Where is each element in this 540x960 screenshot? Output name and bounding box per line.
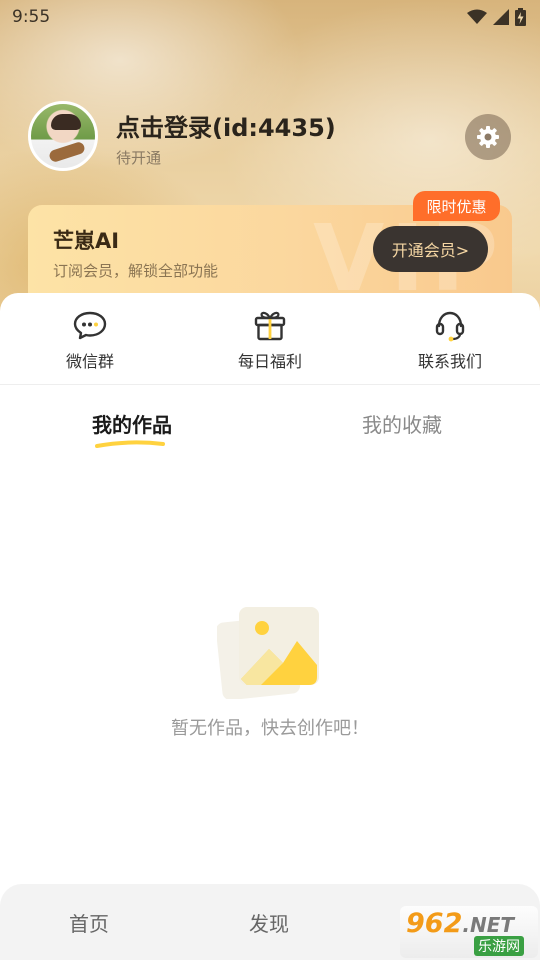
- watermark-logo: 962.NET: [406, 908, 514, 939]
- tab-active-indicator: [95, 440, 165, 448]
- avatar-hair: [51, 114, 81, 130]
- quick-actions: 微信群 每日福利 联系我们: [0, 293, 540, 385]
- quick-action-contact-us[interactable]: 联系我们: [360, 293, 540, 384]
- main-sheet: 微信群 每日福利 联系我们 我的作品 我的收藏 暂无作品，快去创作吧！: [0, 293, 540, 960]
- quick-action-label: 微信群: [65, 352, 114, 371]
- empty-state-text: 暂无作品，快去创作吧！: [171, 718, 369, 739]
- membership-status: 待开通: [116, 149, 162, 167]
- login-title[interactable]: 点击登录(id:4435): [116, 108, 336, 143]
- quick-action-label: 联系我们: [417, 352, 482, 371]
- settings-button[interactable]: [465, 114, 511, 160]
- vip-description: 订阅会员，解锁全部功能: [53, 262, 219, 280]
- watermark-logo-suffix: .NET: [462, 913, 515, 937]
- activate-membership-button[interactable]: 开通会员>: [373, 226, 488, 272]
- wifi-icon: [467, 9, 487, 24]
- gear-icon: [477, 126, 499, 148]
- nav-discover[interactable]: 发现: [249, 908, 289, 937]
- headset-icon: [435, 311, 465, 342]
- avatar[interactable]: [28, 101, 98, 171]
- tab-my-favorites[interactable]: 我的收藏: [362, 409, 442, 438]
- avatar-guitar: [48, 140, 86, 164]
- nav-home[interactable]: 首页: [69, 908, 109, 937]
- works-tabs: 我的作品 我的收藏: [0, 405, 540, 455]
- status-time: 9:55: [12, 7, 51, 27]
- status-bar: 9:55: [0, 0, 540, 34]
- quick-action-label: 每日福利: [237, 352, 302, 371]
- watermark-logo-number: 962: [406, 908, 463, 939]
- gift-icon: [254, 311, 286, 341]
- quick-action-wechat-group[interactable]: 微信群: [0, 293, 180, 384]
- watermark-subtitle: 乐游网: [474, 936, 524, 956]
- image-placeholder-icon: [217, 607, 319, 699]
- signal-icon: [493, 9, 509, 25]
- chat-bubble-icon: [73, 311, 107, 340]
- vip-app-name: 芒崽AI: [53, 229, 120, 253]
- tab-my-works[interactable]: 我的作品: [92, 409, 172, 438]
- status-icons: [467, 8, 526, 26]
- site-watermark: 962.NET 乐游网: [400, 906, 538, 958]
- promo-badge: 限时优惠: [413, 191, 500, 221]
- quick-action-daily-benefits[interactable]: 每日福利: [180, 293, 360, 384]
- battery-charging-icon: [515, 8, 526, 26]
